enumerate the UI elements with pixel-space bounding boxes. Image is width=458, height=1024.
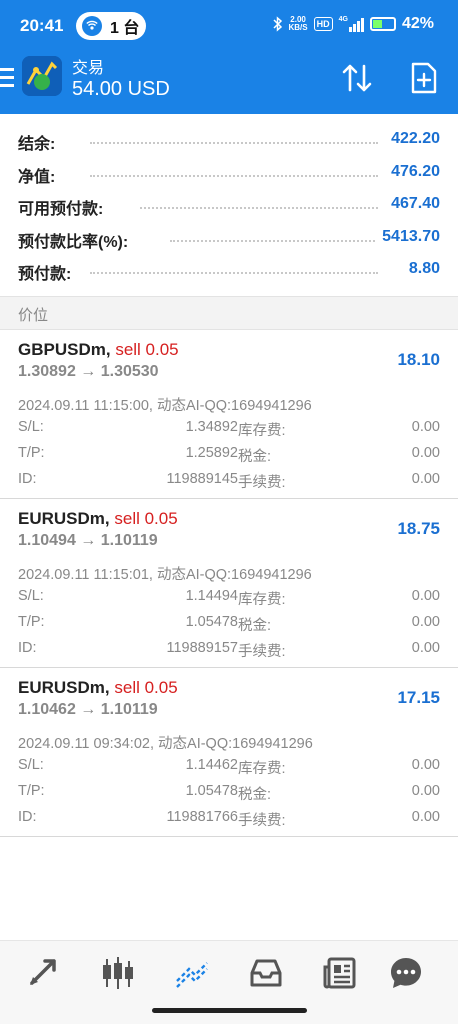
home-indicator[interactable] (152, 1008, 307, 1013)
sort-icon[interactable] (340, 62, 374, 99)
position-item[interactable]: GBPUSDm, sell 0.05 1.30892 → 1.30530 18.… (0, 330, 458, 499)
position-detail-row: S/L: 1.14462 库存费: 0.00 (18, 757, 440, 777)
app-logo (22, 56, 62, 96)
status-icons: 2.00 KB/S HD 4G 42% (272, 15, 434, 33)
position-item[interactable]: EURUSDm, sell 0.05 1.10462 → 1.10119 17.… (0, 668, 458, 837)
trade-icon[interactable] (172, 953, 212, 993)
quotes-icon[interactable] (24, 953, 64, 993)
position-detail-row: ID: 119889157 手续费: 0.00 (18, 640, 440, 660)
new-order-icon[interactable] (410, 62, 438, 99)
position-symbol: GBPUSDm, sell 0.05 (18, 340, 179, 359)
messages-icon[interactable] (386, 953, 426, 993)
summary-row-balance: 结余: 422.20 (18, 130, 440, 154)
position-detail-row: ID: 119889145 手续费: 0.00 (18, 471, 440, 491)
position-item[interactable]: EURUSDm, sell 0.05 1.10494 → 1.10119 18.… (0, 499, 458, 668)
app-bar: 交易 54.00 USD (0, 50, 458, 114)
summary-row-free-margin: 可用预付款: 467.40 (18, 195, 440, 219)
battery-percent: 42% (401, 15, 434, 32)
summary-row-margin: 预付款: 8.80 (18, 260, 440, 284)
position-detail-row: ID: 119881766 手续费: 0.00 (18, 809, 440, 829)
battery-icon (369, 17, 396, 31)
position-detail-row: T/P: 1.05478 税金: 0.00 (18, 614, 440, 634)
bluetooth-icon (272, 16, 282, 32)
status-bar: 20:41 1 台 2.00 KB/S HD 4G 42% (0, 0, 458, 50)
hotspot-count: 1 台 (110, 20, 140, 37)
hotspot-pill[interactable]: 1 台 (76, 12, 146, 40)
position-meta: 2024.09.11 09:34:02, 动态AI-QQ:1694941296 (18, 736, 313, 752)
positions-header: 价位 (0, 296, 458, 330)
position-detail-row: T/P: 1.05478 税金: 0.00 (18, 783, 440, 803)
position-detail-row: T/P: 1.25892 税金: 0.00 (18, 445, 440, 465)
summary-row-equity: 净值: 476.20 (18, 162, 440, 187)
chart-icon[interactable] (98, 953, 138, 993)
position-symbol: EURUSDm, sell 0.05 (18, 678, 178, 697)
position-meta: 2024.09.11 11:15:00, 动态AI-QQ:1694941296 (18, 398, 312, 414)
page-title: 交易 (72, 60, 105, 77)
signal-icon: 4G (339, 16, 364, 32)
position-prices: 1.30892 → 1.30530 (18, 363, 159, 380)
menu-icon[interactable] (0, 68, 14, 90)
position-detail-row: S/L: 1.34892 库存费: 0.00 (18, 419, 440, 439)
position-profit: 17.15 (397, 688, 440, 707)
history-icon[interactable] (246, 953, 286, 993)
network-speed: 2.00 KB/S (288, 15, 308, 32)
status-time: 20:41 (20, 16, 64, 35)
position-prices: 1.10494 → 1.10119 (18, 532, 158, 549)
account-balance: 54.00 USD (72, 78, 170, 100)
summary-row-margin-level: 预付款比率(%): 5413.70 (18, 227, 440, 252)
position-symbol: EURUSDm, sell 0.05 (18, 509, 178, 528)
position-profit: 18.75 (397, 519, 440, 538)
position-meta: 2024.09.11 11:15:01, 动态AI-QQ:1694941296 (18, 567, 312, 583)
news-icon[interactable] (320, 953, 360, 993)
position-detail-row: S/L: 1.14494 库存费: 0.00 (18, 588, 440, 608)
hotspot-icon (82, 16, 102, 36)
position-prices: 1.10462 → 1.10119 (18, 701, 158, 718)
position-profit: 18.10 (397, 350, 440, 369)
account-summary: 结余: 422.20 净值: 476.20 可用预付款: 467.40 预付款比率(%… (0, 124, 458, 287)
hd-badge: HD (313, 17, 333, 31)
